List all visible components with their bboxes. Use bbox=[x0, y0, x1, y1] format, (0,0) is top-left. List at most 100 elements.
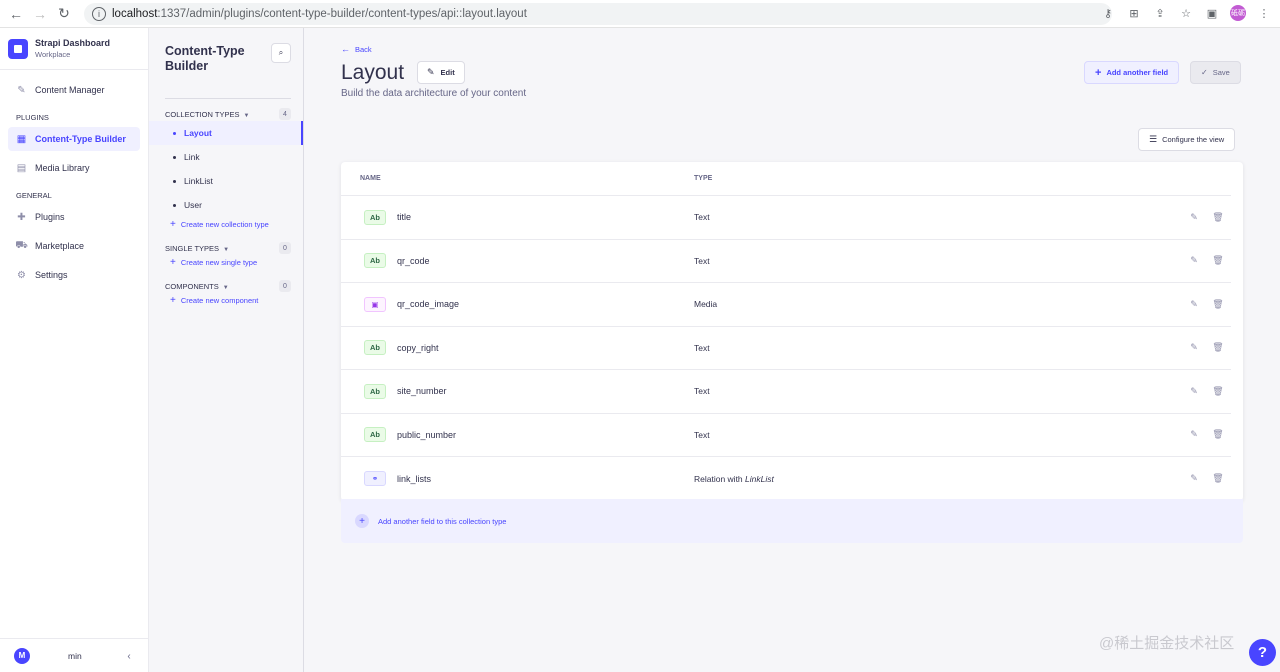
address-bar[interactable]: i localhost:1337/admin/plugins/content-t… bbox=[84, 2, 1112, 25]
side-panel-icon[interactable]: ▣ bbox=[1204, 4, 1220, 22]
images-icon: ▤ bbox=[16, 162, 27, 174]
nav-media-library[interactable]: ▤ Media Library bbox=[8, 156, 140, 180]
table-header: NAME TYPE bbox=[341, 162, 1231, 196]
chevron-left-icon[interactable]: ‹ bbox=[121, 648, 137, 664]
create-label: Create new single type bbox=[180, 257, 258, 267]
key-icon[interactable]: ⚷ bbox=[1100, 4, 1116, 22]
field-name: site_number bbox=[397, 386, 447, 397]
save-label: Save bbox=[1212, 68, 1230, 77]
shopping-cart-icon: ⛟ bbox=[15, 239, 28, 251]
relation-type-icon: ⚭ bbox=[364, 471, 386, 487]
field-type: Text bbox=[694, 255, 710, 266]
create-label: Create new component bbox=[180, 295, 259, 305]
nav-plugins[interactable]: ✚ Plugins bbox=[8, 205, 140, 229]
create-label: Create new collection type bbox=[180, 219, 269, 229]
column-name-header: NAME bbox=[360, 175, 381, 182]
nav-marketplace[interactable]: ⛟ Marketplace bbox=[8, 234, 140, 258]
field-type: Text bbox=[694, 212, 710, 223]
collection-type-user[interactable]: User bbox=[149, 193, 303, 217]
trash-icon[interactable]: 🗑 bbox=[1212, 429, 1223, 440]
nav-label: Plugins bbox=[35, 212, 65, 222]
collection-type-linklist[interactable]: LinkList bbox=[149, 169, 303, 193]
components-count: 0 bbox=[279, 280, 291, 292]
site-info-icon[interactable]: i bbox=[92, 6, 106, 21]
user-name[interactable]: min bbox=[68, 651, 82, 661]
table-row[interactable]: ⚭ link_lists Relation with LinkList ✎ 🗑 bbox=[341, 457, 1231, 501]
collection-type-link[interactable]: Link bbox=[149, 145, 303, 169]
forward-arrow-icon[interactable]: → bbox=[30, 4, 50, 24]
reload-icon[interactable]: ↻ bbox=[54, 4, 74, 24]
save-button[interactable]: ✓ Save bbox=[1190, 61, 1241, 84]
nav-content-manager[interactable]: ✎ Content Manager bbox=[8, 78, 140, 102]
collection-type-layout[interactable]: Layout bbox=[149, 121, 303, 145]
pencil-icon[interactable]: ✎ bbox=[1189, 299, 1199, 309]
trash-icon[interactable]: 🗑 bbox=[1212, 299, 1223, 309]
pencil-icon[interactable]: ✎ bbox=[1189, 212, 1199, 222]
collection-types-heading[interactable]: COLLECTION TYPES ▼ 4 bbox=[149, 107, 303, 121]
user-panel: M min ‹ bbox=[0, 638, 149, 672]
table-row[interactable]: Ab copy_right Text ✎ 🗑 bbox=[341, 327, 1231, 370]
edit-button[interactable]: ✎ Edit bbox=[417, 61, 465, 84]
trash-icon[interactable]: 🗑 bbox=[1212, 342, 1223, 353]
share-icon[interactable]: ⇪ bbox=[1152, 4, 1168, 22]
components-heading[interactable]: COMPONENTS ▼ 0 bbox=[149, 279, 303, 293]
bookmark-star-icon[interactable]: ☆ bbox=[1178, 4, 1194, 22]
trash-icon[interactable]: 🗑 bbox=[1212, 473, 1223, 484]
trash-icon[interactable]: 🗑 bbox=[1212, 212, 1223, 222]
pencil-icon[interactable]: ✎ bbox=[1189, 255, 1199, 266]
plus-icon: + bbox=[170, 256, 176, 268]
configure-label: Configure the view bbox=[1162, 135, 1225, 144]
translate-icon[interactable]: ⊞ bbox=[1126, 4, 1142, 22]
back-arrow-icon[interactable]: ← bbox=[6, 4, 26, 24]
table-row[interactable]: Ab site_number Text ✎ 🗑 bbox=[341, 370, 1231, 414]
avatar[interactable]: M bbox=[14, 647, 30, 664]
relation-prefix: Relation with bbox=[694, 473, 743, 484]
main-content: ← Back Layout ✎ Edit Build the data arch… bbox=[305, 28, 1280, 672]
arrow-left-icon: ← bbox=[341, 44, 350, 54]
single-types-heading[interactable]: SINGLE TYPES ▼ 0 bbox=[149, 241, 303, 255]
create-component-link[interactable]: + Create new component bbox=[149, 293, 303, 307]
pencil-icon[interactable]: ✎ bbox=[1189, 473, 1199, 484]
check-icon: ✓ bbox=[1201, 68, 1208, 77]
table-row[interactable]: ▣ qr_code_image Media ✎ 🗑 bbox=[341, 283, 1231, 327]
search-icon[interactable]: ⌕ bbox=[271, 43, 291, 63]
plus-icon: + bbox=[170, 294, 176, 306]
plugins-section-heading: PLUGINS bbox=[16, 112, 49, 122]
table-row[interactable]: Ab title Text ✎ 🗑 bbox=[341, 196, 1231, 240]
pencil-icon[interactable]: ✎ bbox=[1189, 429, 1199, 440]
nav-label: Content Manager bbox=[35, 85, 105, 95]
create-collection-type-link[interactable]: + Create new collection type bbox=[149, 217, 303, 231]
field-name: title bbox=[397, 212, 412, 223]
main-navigation: Strapi Dashboard Workplace ✎ Content Man… bbox=[0, 28, 149, 672]
relation-target: LinkList bbox=[745, 473, 774, 484]
section-label: COMPONENTS bbox=[165, 281, 219, 291]
add-field-to-collection-button[interactable]: + Add another field to this collection t… bbox=[341, 499, 1243, 543]
trash-icon[interactable]: 🗑 bbox=[1212, 386, 1223, 396]
browser-menu-icon[interactable]: ⋮ bbox=[1256, 4, 1272, 22]
strapi-logo-icon bbox=[8, 38, 28, 59]
add-another-field-button[interactable]: + Add another field bbox=[1084, 61, 1180, 84]
configure-view-button[interactable]: ☰ Configure the view bbox=[1138, 128, 1236, 151]
table-row[interactable]: Ab public_number Text ✎ 🗑 bbox=[341, 414, 1231, 457]
profile-avatar[interactable]: 砥砺 bbox=[1230, 5, 1246, 21]
section-label: SINGLE TYPES bbox=[165, 243, 220, 253]
create-single-type-link[interactable]: + Create new single type bbox=[149, 255, 303, 269]
nav-settings[interactable]: ⚙ Settings bbox=[8, 263, 140, 287]
pencil-icon: ✎ bbox=[427, 67, 435, 77]
browser-toolbar: ← → ↻ i localhost:1337/admin/plugins/con… bbox=[0, 0, 1280, 28]
help-button[interactable]: ? bbox=[1249, 639, 1276, 666]
pencil-icon[interactable]: ✎ bbox=[1189, 386, 1199, 396]
table-row[interactable]: Ab qr_code Text ✎ 🗑 bbox=[341, 240, 1231, 283]
nav-label: Marketplace bbox=[35, 241, 85, 251]
back-link[interactable]: ← Back bbox=[341, 44, 372, 54]
trash-icon[interactable]: 🗑 bbox=[1212, 255, 1223, 266]
fields-table: NAME TYPE Ab title Text ✎ 🗑 Ab qr_code Te… bbox=[341, 162, 1243, 501]
nav-content-type-builder[interactable]: ▦ Content-Type Builder bbox=[8, 127, 140, 151]
list-settings-icon: ☰ bbox=[1149, 134, 1158, 144]
gear-icon: ⚙ bbox=[17, 269, 26, 281]
pencil-icon[interactable]: ✎ bbox=[1189, 342, 1199, 353]
url-path: :1337/admin/plugins/content-type-builder… bbox=[157, 7, 527, 20]
watermark: @稀土掘金技术社区 bbox=[1099, 635, 1235, 652]
text-type-icon: Ab bbox=[364, 253, 386, 269]
field-name: link_lists bbox=[397, 473, 432, 484]
